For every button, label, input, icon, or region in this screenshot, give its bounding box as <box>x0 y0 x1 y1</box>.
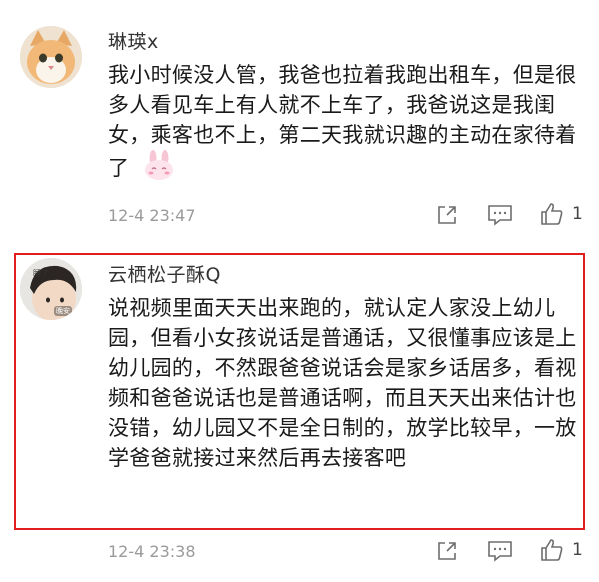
share-icon <box>438 542 456 560</box>
cat-avatar-icon <box>20 26 82 88</box>
child-avatar-icon <box>20 258 82 320</box>
avatar-badge: 晚安 <box>54 306 72 316</box>
reply-button[interactable] <box>487 203 513 227</box>
like-button[interactable]: 1 <box>540 202 583 226</box>
like-count: 1 <box>572 540 583 560</box>
like-button[interactable]: 1 <box>540 538 583 562</box>
share-icon <box>438 206 456 224</box>
comment-icon <box>488 205 512 226</box>
comment-text: 说视频里面天天出来跑的，就认定人家没上幼儿园，但看小女孩说话是普通话，又很懂事应… <box>108 296 577 470</box>
comment-timestamp: 12-4 23:38 <box>108 542 196 561</box>
avatar[interactable]: 睡了 晚安 <box>20 258 82 320</box>
thumbs-up-icon <box>541 203 563 225</box>
thumbs-up-icon <box>541 539 563 561</box>
like-count: 1 <box>572 204 583 224</box>
avatar[interactable] <box>20 26 82 88</box>
avatar-badge: 睡了 <box>33 269 49 278</box>
comment-text: 我小时候没人管，我爸也拉着我跑出租车，但是很多人看见车上有人就不上车了，我爸说这… <box>108 60 586 188</box>
bunny-shy-emoji-icon <box>142 150 176 188</box>
comment-body: 我小时候没人管，我爸也拉着我跑出租车，但是很多人看见车上有人就不上车了，我爸说这… <box>108 63 577 180</box>
comment-timestamp: 12-4 23:47 <box>108 206 196 225</box>
reply-button[interactable] <box>487 539 513 563</box>
share-button[interactable] <box>436 204 458 226</box>
comment-2: 睡了 晚安 云栖松子酥Q 说视频里面天天出来跑的，就认定人家没上幼儿园，但看小女… <box>0 245 599 582</box>
comment-username[interactable]: 琳瑛x <box>108 27 159 54</box>
comment-icon <box>488 541 512 562</box>
comment-1: 琳瑛x 我小时候没人管，我爸也拉着我跑出租车，但是很多人看见车上有人就不上车了，… <box>0 0 599 245</box>
comment-username[interactable]: 云栖松子酥Q <box>108 260 221 287</box>
share-button[interactable] <box>436 540 458 562</box>
